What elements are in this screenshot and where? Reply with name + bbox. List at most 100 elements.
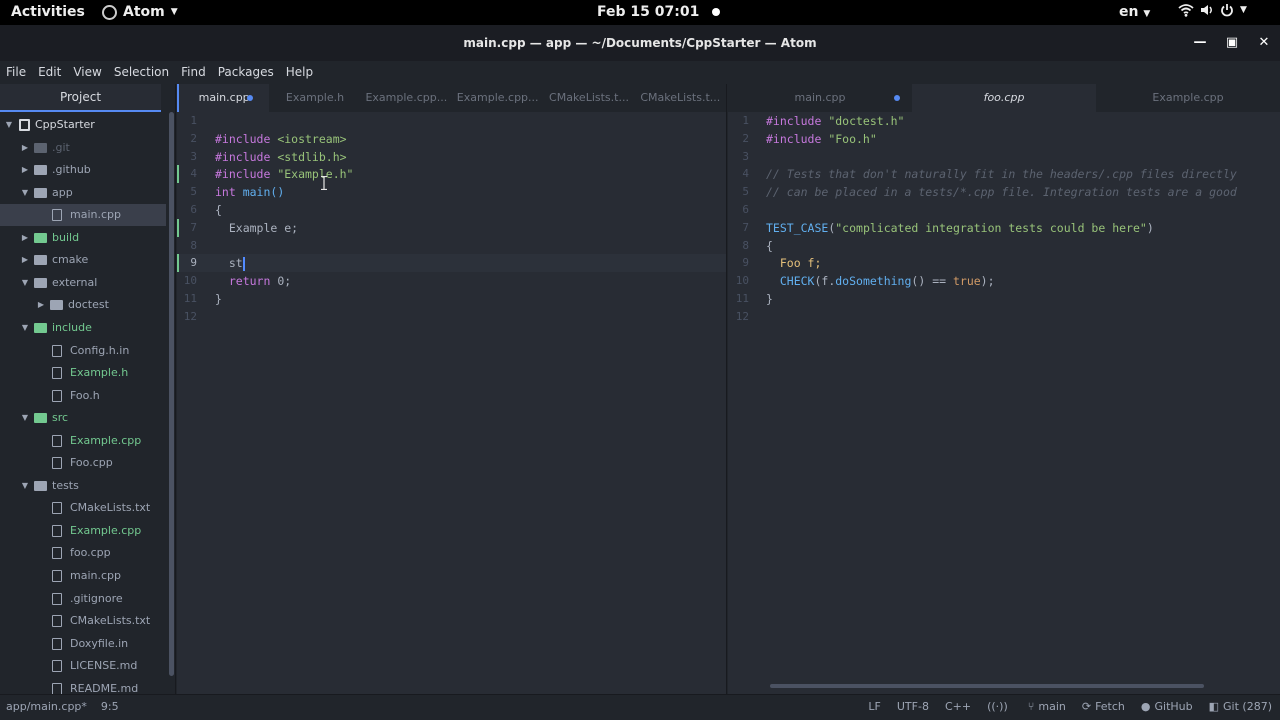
tab-left-0[interactable]: main.cpp (177, 84, 270, 112)
horizontal-scrollbar[interactable] (770, 684, 1204, 688)
chevron-right-icon[interactable]: ▶ (20, 227, 30, 249)
tree-file[interactable]: Example.cpp (0, 520, 166, 542)
close-icon[interactable]: ✕ (1248, 25, 1280, 61)
menu-view[interactable]: View (67, 61, 107, 83)
chevron-right-icon[interactable]: ▶ (20, 137, 30, 159)
clock-button[interactable]: Feb 15 07:01 (597, 4, 721, 20)
system-tray[interactable]: ▼ (1178, 3, 1247, 17)
code-line[interactable]: 11} (177, 290, 726, 308)
tab-left-5[interactable]: CMakeLists.t... (635, 84, 726, 112)
chevron-right-icon[interactable]: ▶ (20, 159, 30, 181)
chevron-down-icon[interactable]: ▼ (4, 114, 14, 136)
tree-folder[interactable]: ▼ include (0, 317, 166, 339)
status-grammar[interactable]: C++ (945, 700, 971, 713)
code-line[interactable]: 10 CHECK(f.doSomething() == true); (728, 272, 1280, 290)
status-broadcast[interactable]: ((·)) (987, 700, 1012, 713)
tab-left-3[interactable]: Example.cpp... (452, 84, 543, 112)
code-line[interactable]: 5 // can be placed in a tests/*.cpp file.… (728, 183, 1280, 201)
menu-packages[interactable]: Packages (212, 61, 280, 83)
tree-file[interactable]: foo.cpp (0, 542, 166, 564)
tree-file[interactable]: CMakeLists.txt (0, 497, 166, 519)
chevron-down-icon[interactable]: ▼ (20, 407, 30, 429)
code-line[interactable]: 3 (728, 148, 1280, 166)
tab-right-1[interactable]: foo.cpp (912, 84, 1096, 112)
code-line[interactable]: 6 (728, 201, 1280, 219)
menu-find[interactable]: Find (175, 61, 212, 83)
tree-folder[interactable]: ▼ tests (0, 475, 166, 497)
tree-folder[interactable]: ▶ build (0, 227, 166, 249)
status-git[interactable]: ◧ Git (287) (1209, 700, 1272, 713)
modified-dot-icon[interactable] (894, 95, 900, 101)
status-line-ending[interactable]: LF (868, 700, 880, 713)
tab-right-2[interactable]: Example.cpp (1096, 84, 1280, 112)
tree-file[interactable]: README.md (0, 678, 166, 694)
tree-file[interactable]: Config.h.in (0, 340, 166, 362)
code-line[interactable]: 12 (728, 308, 1280, 326)
code-line[interactable]: 12 (177, 308, 726, 326)
tree-file[interactable]: LICENSE.md (0, 655, 166, 677)
tab-right-0[interactable]: main.cpp (728, 84, 912, 112)
tab-left-1[interactable]: Example.h (269, 84, 360, 112)
status-encoding[interactable]: UTF-8 (897, 700, 929, 713)
code-line[interactable]: 4 #include "Example.h" (177, 165, 726, 184)
code-line[interactable]: 7 Example e; (177, 218, 726, 237)
code-line[interactable]: 1 (177, 112, 726, 130)
status-file-path[interactable]: app/main.cpp* (6, 700, 87, 713)
code-line[interactable]: 3 #include <stdlib.h> (177, 148, 726, 166)
chevron-down-icon[interactable]: ▼ (20, 475, 30, 497)
chevron-right-icon[interactable]: ▶ (20, 249, 30, 271)
tree-folder[interactable]: ▶ .github (0, 159, 166, 181)
status-cursor-position[interactable]: 9:5 (101, 700, 119, 713)
code-line[interactable]: 2 #include <iostream> (177, 130, 726, 148)
app-menu-button[interactable]: Atom ▼ (102, 4, 178, 20)
activities-button[interactable]: Activities (11, 4, 85, 20)
modified-dot-icon[interactable] (247, 95, 254, 101)
maximize-icon[interactable]: ▣ (1216, 25, 1248, 61)
tree-folder[interactable]: ▶ doctest (0, 294, 166, 316)
status-branch[interactable]: ⑂ main (1028, 700, 1066, 713)
chevron-down-icon[interactable]: ▼ (20, 272, 30, 294)
tree-file[interactable]: main.cpp (0, 565, 166, 587)
menu-edit[interactable]: Edit (32, 61, 67, 83)
status-fetch[interactable]: ⟳ Fetch (1082, 700, 1125, 713)
tab-left-4[interactable]: CMakeLists.t... (543, 84, 634, 112)
tree-file[interactable]: main.cpp (0, 204, 166, 227)
chevron-down-icon[interactable]: ▼ (20, 317, 30, 339)
tree-file[interactable]: Example.h (0, 362, 166, 384)
tree-file[interactable]: .gitignore (0, 588, 166, 610)
chevron-down-icon[interactable]: ▼ (20, 182, 30, 204)
code-line[interactable]: 8{ (728, 237, 1280, 255)
right-tab-bar: main.cpp foo.cpp Example.cpp (728, 84, 1280, 112)
code-line[interactable]: 11} (728, 290, 1280, 308)
tree-folder[interactable]: ▶ cmake (0, 249, 166, 271)
menu-file[interactable]: File (0, 61, 32, 83)
tree-file[interactable]: Doxyfile.in (0, 633, 166, 655)
tree-file[interactable]: Example.cpp (0, 430, 166, 452)
code-line[interactable]: 5 int main() (177, 183, 726, 201)
tree-root[interactable]: ▼ CppStarter (0, 114, 166, 136)
status-github[interactable]: ● GitHub (1141, 700, 1193, 713)
tab-left-2[interactable]: Example.cpp... (361, 84, 452, 112)
code-line[interactable]: 1 #include "doctest.h" (728, 112, 1280, 130)
tab-project[interactable]: Project (0, 84, 161, 112)
code-line[interactable]: 10 return 0; (177, 272, 726, 290)
tree-file[interactable]: CMakeLists.txt (0, 610, 166, 632)
code-line[interactable]: 9 Foo f; (728, 254, 1280, 272)
code-line[interactable]: 8 (177, 237, 726, 255)
code-line[interactable]: 6{ (177, 201, 726, 219)
menu-selection[interactable]: Selection (108, 61, 175, 83)
tree-folder[interactable]: ▼ src (0, 407, 166, 429)
tree-file[interactable]: Foo.cpp (0, 452, 166, 474)
tree-file[interactable]: Foo.h (0, 385, 166, 407)
minimize-icon[interactable]: — (1184, 25, 1216, 61)
code-line[interactable]: 4 // Tests that don't naturally fit in th… (728, 165, 1280, 183)
tree-folder[interactable]: ▼ app (0, 182, 166, 204)
code-line[interactable]: 9 st (177, 254, 726, 273)
menu-help[interactable]: Help (280, 61, 319, 83)
code-line[interactable]: 2 #include "Foo.h" (728, 130, 1280, 148)
tree-folder[interactable]: ▼ external (0, 272, 166, 294)
language-selector[interactable]: en ▼ (1119, 4, 1150, 20)
tree-folder[interactable]: ▶ .git (0, 137, 166, 159)
chevron-right-icon[interactable]: ▶ (36, 294, 46, 316)
code-line[interactable]: 7 TEST_CASE("complicated integration test… (728, 219, 1280, 237)
